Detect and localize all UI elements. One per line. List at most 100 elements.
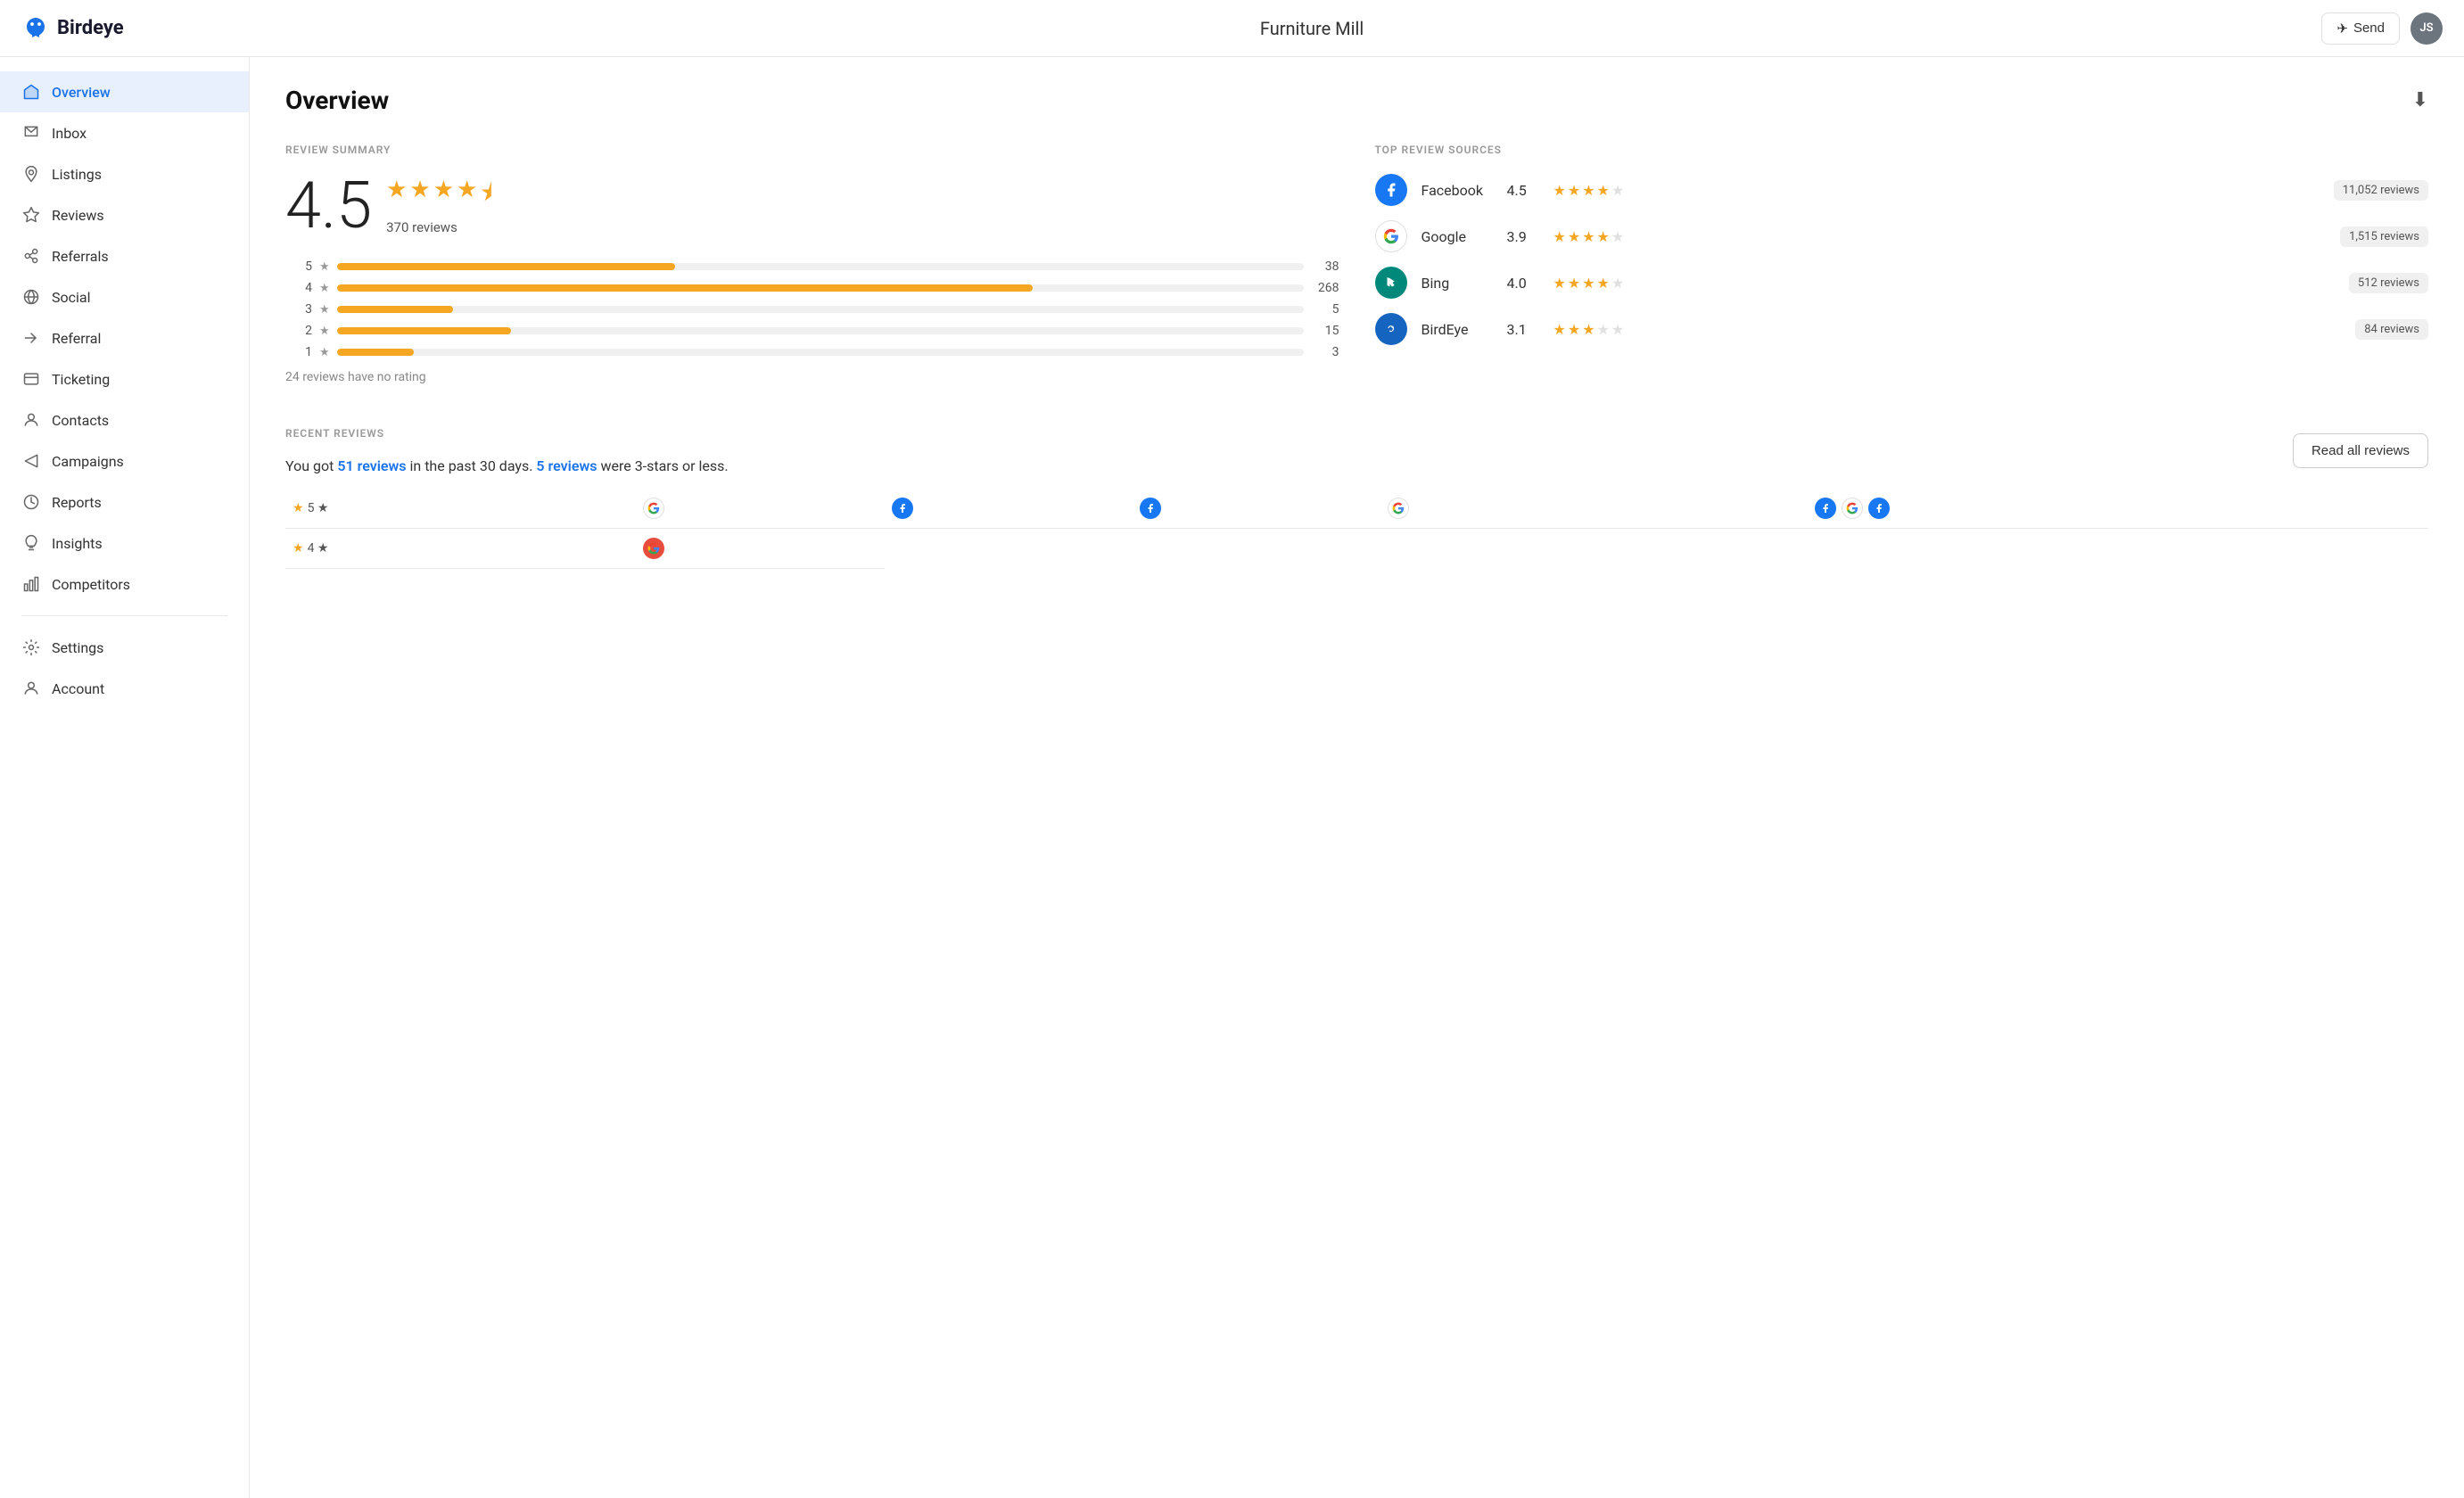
- source-rating-facebook: 4.5: [1507, 182, 1539, 199]
- bar-track-4: [337, 284, 1304, 292]
- source-name-facebook: Facebook: [1422, 182, 1493, 199]
- logo: Birdeye: [21, 14, 124, 43]
- sidebar-item-contacts[interactable]: Contacts: [0, 399, 249, 440]
- source-name-birdeye: BirdEye: [1422, 321, 1493, 338]
- star-4: ★: [457, 177, 477, 216]
- sidebar-item-competitors[interactable]: Competitors: [0, 564, 249, 605]
- recent-reviews-label: RECENT REVIEWS: [285, 427, 729, 440]
- referral-icon: [21, 328, 41, 348]
- fb-star-2: ★: [1568, 182, 1580, 199]
- bar-row-5: 5 ★ 38: [285, 259, 1339, 274]
- bar-row-3: 3 ★ 5: [285, 302, 1339, 317]
- sidebar-item-campaigns[interactable]: Campaigns: [0, 440, 249, 482]
- source-stars-facebook: ★ ★ ★ ★ ★: [1553, 182, 1625, 199]
- bar-fill-2: [337, 327, 511, 334]
- insights-icon: [21, 533, 41, 553]
- source-badge-birdeye: 84 reviews: [2355, 319, 2428, 340]
- review-source-fb3-icon: [1815, 498, 1836, 519]
- recent-text-mid: in the past 30 days.: [407, 457, 537, 474]
- fb-star-5: ★: [1611, 182, 1624, 199]
- review-source-fb1: [885, 489, 1133, 529]
- sidebar-item-listings-label: Listings: [52, 166, 102, 183]
- sidebar-item-overview[interactable]: Overview: [0, 71, 249, 112]
- source-row-google: Google 3.9 ★ ★ ★ ★ ★ 1,515 reviews: [1375, 220, 2429, 252]
- sidebar-item-account-label: Account: [52, 680, 104, 697]
- sidebar-item-account[interactable]: Account: [0, 668, 249, 709]
- sidebar-item-reports[interactable]: Reports: [0, 482, 249, 523]
- source-rating-google: 3.9: [1507, 228, 1539, 245]
- bar-count-3: 5: [1311, 302, 1339, 317]
- bar-star-3: ★: [319, 303, 330, 317]
- low-reviews-link[interactable]: 5 reviews: [536, 457, 597, 474]
- sidebar-item-referrals-label: Referrals: [52, 248, 109, 265]
- account-icon: [21, 679, 41, 698]
- overview-two-col: REVIEW SUMMARY 4.5 ★ ★ ★ ★ ⯨ 370 reviews: [285, 144, 2428, 384]
- no-rating-text: 24 reviews have no rating: [285, 370, 1339, 384]
- main-content: Overview ⬇ REVIEW SUMMARY 4.5 ★ ★ ★ ★ ⯨: [250, 57, 2464, 1498]
- referrals-icon: [21, 246, 41, 266]
- header: Birdeye Furniture Mill ✈ Send JS: [0, 0, 2464, 57]
- bar-star-1: ★: [319, 346, 330, 359]
- sidebar-item-settings[interactable]: Settings: [0, 627, 249, 668]
- sidebar-item-social[interactable]: Social: [0, 276, 249, 317]
- source-row-facebook: Facebook 4.5 ★ ★ ★ ★ ★ 11,052 reviews: [1375, 174, 2429, 206]
- row-stars-4: ★ 4 ★: [285, 529, 636, 569]
- download-icon[interactable]: ⬇: [2412, 89, 2428, 111]
- send-button[interactable]: ✈ Send: [2321, 12, 2400, 45]
- logo-text: Birdeye: [57, 17, 124, 39]
- sidebar-item-contacts-label: Contacts: [52, 412, 109, 429]
- g-star-3: ★: [1582, 228, 1595, 245]
- avatar: JS: [2410, 12, 2443, 45]
- sidebar-item-insights[interactable]: Insights: [0, 523, 249, 564]
- review-google-red-icon: [643, 538, 664, 559]
- recent-text-pre: You got: [285, 457, 337, 474]
- review-spacer: [1629, 489, 1808, 529]
- recent-reviews-section: RECENT REVIEWS You got 51 reviews in the…: [285, 427, 2428, 569]
- bing-logo: [1375, 267, 1407, 299]
- table-row: ★ 5 ★: [285, 489, 2428, 529]
- review-row4-source1: [636, 529, 884, 569]
- sidebar-item-referral-label: Referral: [52, 330, 101, 347]
- recent-reviews-header: RECENT REVIEWS You got 51 reviews in the…: [285, 427, 2428, 474]
- sidebar-item-ticketing[interactable]: Ticketing: [0, 358, 249, 399]
- star-2: ★: [409, 177, 430, 216]
- sidebar-item-listings[interactable]: Listings: [0, 153, 249, 194]
- bar-label-3: 3: [285, 302, 312, 317]
- review-source-fb-icon: [892, 498, 913, 519]
- bar-track-2: [337, 327, 1304, 334]
- bar-count-4: 268: [1311, 281, 1339, 295]
- bar-row-1: 1 ★ 3: [285, 345, 1339, 359]
- review-source-g2: [1380, 489, 1628, 529]
- sidebar-item-referral[interactable]: Referral: [0, 317, 249, 358]
- sidebar-item-inbox[interactable]: Inbox: [0, 112, 249, 153]
- g-star-2: ★: [1568, 228, 1580, 245]
- competitors-icon: [21, 574, 41, 594]
- bar-track-3: [337, 306, 1304, 313]
- review-table: ★ 5 ★: [285, 489, 2428, 569]
- sidebar-item-ticketing-label: Ticketing: [52, 371, 110, 388]
- overview-icon: [21, 82, 41, 102]
- review-summary-section: REVIEW SUMMARY 4.5 ★ ★ ★ ★ ⯨ 370 reviews: [285, 144, 1339, 384]
- review-source-g3-icon: [1842, 498, 1863, 519]
- bar-star-5: ★: [319, 260, 330, 274]
- sidebar-item-reviews[interactable]: Reviews: [0, 194, 249, 235]
- source-stars-bing: ★ ★ ★ ★ ★: [1553, 275, 1625, 292]
- sidebar-item-reports-label: Reports: [52, 494, 102, 511]
- rating-stars-count: ★ ★ ★ ★ ⯨ 370 reviews: [386, 177, 492, 235]
- social-icon: [21, 287, 41, 307]
- source-row-birdeye: BirdEye 3.1 ★ ★ ★ ★ ★ 84 reviews: [1375, 313, 2429, 345]
- source-badge-facebook: 11,052 reviews: [2334, 180, 2428, 201]
- source-stars-google: ★ ★ ★ ★ ★: [1553, 228, 1625, 245]
- google-logo: [1375, 220, 1407, 252]
- sidebar-item-referrals[interactable]: Referrals: [0, 235, 249, 276]
- total-reviews-link[interactable]: 51 reviews: [337, 457, 406, 474]
- star-3: ★: [433, 177, 454, 216]
- bar-label-4: 4: [285, 281, 312, 295]
- overall-stars: ★ ★ ★ ★ ⯨: [386, 177, 492, 216]
- contacts-icon: [21, 410, 41, 430]
- bar-label-2: 2: [285, 324, 312, 338]
- row-star-label: 5 ★: [308, 501, 329, 515]
- campaigns-icon: [21, 451, 41, 471]
- bar-count-2: 15: [1311, 324, 1339, 338]
- read-all-reviews-button[interactable]: Read all reviews: [2293, 433, 2428, 468]
